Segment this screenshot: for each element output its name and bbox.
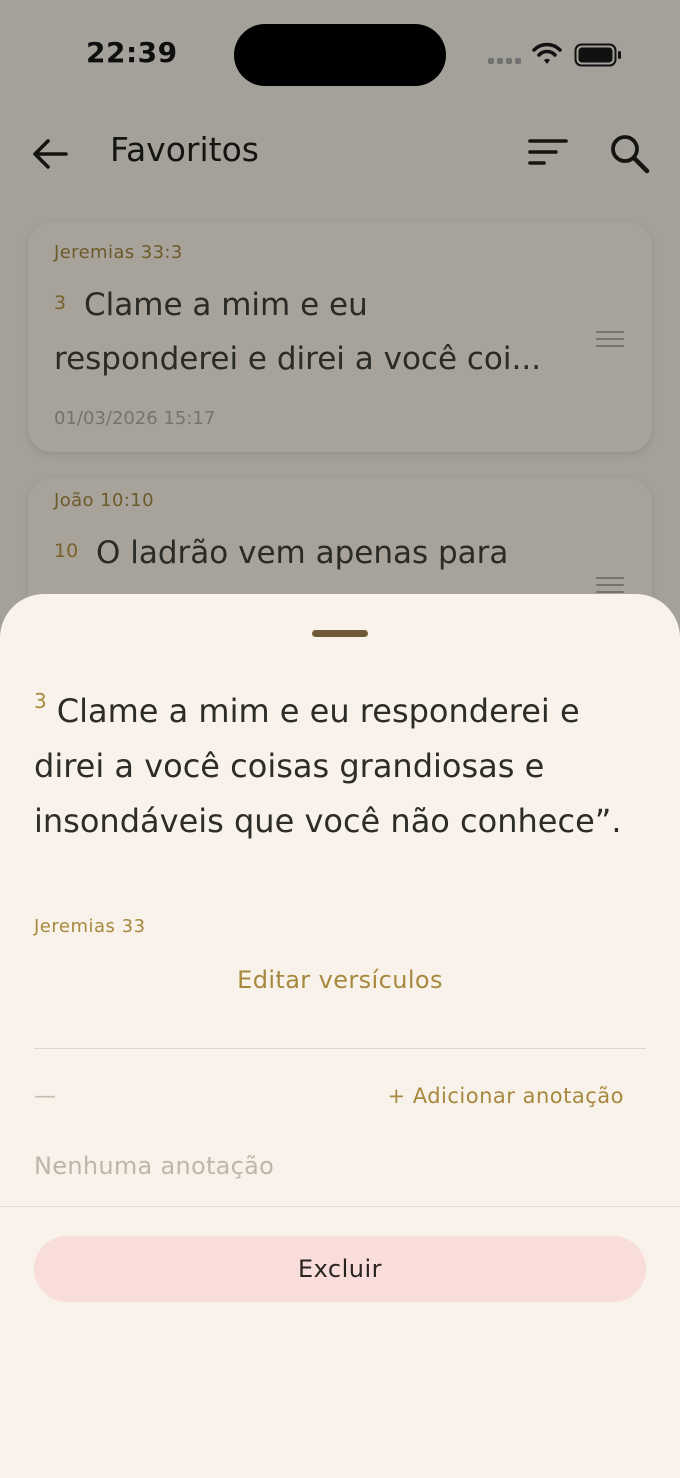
- sheet-verse-number: 3: [34, 689, 47, 713]
- add-note-button[interactable]: + Adicionar anotação: [387, 1084, 624, 1108]
- empty-note-text: Nenhuma anotação: [34, 1152, 275, 1180]
- search-icon[interactable]: [608, 132, 650, 174]
- verse-detail-sheet: 3 Clame a mim e eu responderei e direi a …: [0, 594, 680, 1478]
- favorite-reference: Jeremias 33:3: [54, 242, 183, 263]
- note-dash: —: [34, 1084, 56, 1109]
- divider: [0, 1206, 680, 1207]
- sheet-grabber[interactable]: [312, 630, 368, 637]
- sheet-chapter-reference: Jeremias 33: [34, 916, 146, 937]
- cellular-signal-icon: [488, 58, 521, 64]
- favorite-card[interactable]: Jeremias 33:3 3 Clame a mim e eu respond…: [28, 222, 652, 452]
- sort-icon[interactable]: [528, 136, 568, 168]
- dynamic-island: [234, 24, 446, 86]
- favorite-verse-number: 3: [54, 292, 67, 314]
- drag-handle-icon[interactable]: [596, 331, 624, 349]
- battery-icon: [574, 43, 621, 67]
- drag-handle-icon[interactable]: [596, 577, 624, 595]
- back-arrow-icon[interactable]: [30, 134, 70, 174]
- favorite-text-line2: responderei e direi a você coi...: [54, 341, 542, 377]
- edit-verses-button[interactable]: Editar versículos: [0, 966, 680, 994]
- delete-button[interactable]: Excluir: [34, 1236, 646, 1302]
- verse-block: 3 Clame a mim e eu responderei e direi a …: [34, 684, 644, 849]
- page-title: Favoritos: [110, 130, 259, 169]
- wifi-icon: [532, 42, 562, 64]
- favorite-date: 01/03/2026 15:17: [54, 408, 216, 429]
- divider: [34, 1048, 646, 1049]
- status-time: 22:39: [86, 36, 178, 69]
- favorite-text: Clame a mim e eu: [84, 287, 368, 323]
- favorite-reference: João 10:10: [54, 490, 154, 511]
- sheet-verse-text: Clame a mim e eu responderei e direi a v…: [34, 692, 622, 840]
- favorite-verse-number: 10: [54, 540, 79, 562]
- favorite-text: O ladrão vem apenas para: [96, 535, 509, 571]
